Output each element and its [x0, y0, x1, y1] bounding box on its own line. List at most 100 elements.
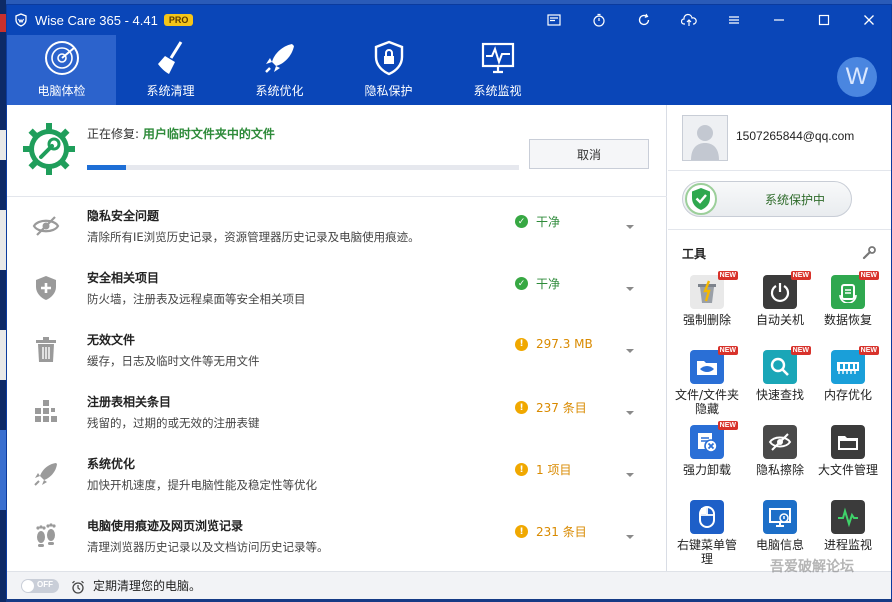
- chevron-down-icon[interactable]: [625, 217, 635, 229]
- tab-system-clean[interactable]: 系统清理: [116, 35, 225, 105]
- issue-desc: 残留的，过期的或无效的注册表键: [87, 416, 260, 430]
- tool-computer-info[interactable]: 电脑信息: [747, 500, 813, 552]
- issue-title: 注册表相关条目: [87, 395, 172, 409]
- eye-off-icon: [31, 211, 61, 241]
- new-badge: NEW: [717, 346, 738, 355]
- mouse-icon: [690, 500, 724, 534]
- pro-badge: PRO: [163, 14, 194, 26]
- account-avatar[interactable]: W: [837, 57, 877, 97]
- new-badge: NEW: [717, 421, 738, 430]
- search-icon: NEW: [763, 346, 811, 384]
- issue-row[interactable]: 无效文件 缓存，日志及临时文件等无用文件 ! 297.3 MB: [7, 321, 667, 383]
- minimize-icon[interactable]: [756, 5, 801, 35]
- tool-label: 大文件管理: [817, 463, 878, 477]
- tool-search[interactable]: NEW 快速查找: [747, 346, 813, 402]
- tab-privacy-protect[interactable]: 隐私保护: [334, 35, 443, 105]
- tab-system-optimize[interactable]: 系统优化: [225, 35, 334, 105]
- app-logo-icon: [13, 12, 29, 28]
- tab-label: 系统清理: [146, 84, 195, 98]
- menu-icon[interactable]: [711, 5, 756, 35]
- issue-status: ✓ 干净: [515, 213, 560, 230]
- issue-desc: 加快开机速度，提升电脑性能及稳定性等优化: [87, 478, 317, 492]
- issue-row[interactable]: 电脑使用痕迹及网页浏览记录 清理浏览器历史记录以及文档访问历史记录等。 ! 231…: [7, 507, 667, 569]
- tool-uninstall[interactable]: NEW 强力卸载: [674, 421, 740, 477]
- refresh-icon[interactable]: [621, 5, 666, 35]
- alarm-clock-icon: [71, 579, 85, 594]
- checkup-panel: 正在修复: 用户临时文件夹中的文件 取消 隐私安全问题 清除所有IE浏览历史记录…: [7, 105, 667, 571]
- trash-icon: [31, 335, 61, 365]
- update-icon[interactable]: [666, 5, 711, 35]
- issue-row[interactable]: 注册表相关条目 残留的，过期的或无效的注册表键 ! 237 条目: [7, 383, 667, 445]
- rocket-icon: [260, 38, 300, 78]
- tab-system-monitor[interactable]: 系统监视: [443, 35, 552, 105]
- tool-label: 强力卸载: [682, 463, 731, 477]
- window-title: Wise Care 365 - 4.41: [35, 12, 158, 28]
- new-badge: NEW: [858, 271, 879, 280]
- close-icon[interactable]: [846, 5, 891, 35]
- maximize-icon[interactable]: [801, 5, 846, 35]
- tool-data-recovery[interactable]: NEW 数据恢复: [815, 271, 881, 327]
- tool-label: 电脑信息: [755, 538, 804, 552]
- repair-progress: [87, 165, 519, 170]
- shield-check-icon: [685, 183, 717, 215]
- status-bar: OFF 定期清理您的电脑。: [7, 571, 891, 599]
- tool-big-file[interactable]: 大文件管理: [815, 425, 881, 477]
- tool-label: 强制删除: [682, 313, 731, 327]
- new-badge: NEW: [790, 271, 811, 280]
- tool-process-monitor[interactable]: 进程监视: [815, 500, 881, 552]
- chevron-down-icon[interactable]: [625, 527, 635, 539]
- toggle-label: OFF: [37, 579, 53, 589]
- tool-folder-hide[interactable]: NEW 文件/文件夹隐藏: [674, 346, 740, 416]
- issue-title: 安全相关项目: [87, 271, 160, 285]
- monitor-pulse-icon: [478, 38, 518, 78]
- repair-progress-fill: [87, 165, 126, 170]
- avatar[interactable]: [682, 115, 728, 161]
- watermark: 吾爱破解论坛: [770, 559, 854, 575]
- chevron-down-icon[interactable]: [625, 341, 635, 353]
- tool-label: 文件/文件夹隐藏: [674, 388, 740, 416]
- uninstall-icon: NEW: [690, 421, 738, 459]
- issue-title: 无效文件: [87, 333, 136, 347]
- issue-desc: 清除所有IE浏览历史记录，资源管理器历史记录及电脑使用痕迹。: [87, 230, 420, 244]
- issue-status-text: 1 项目: [536, 463, 572, 477]
- title-bar[interactable]: Wise Care 365 - 4.41 PRO: [7, 5, 891, 35]
- tool-memory[interactable]: NEW 内存优化: [815, 346, 881, 402]
- repair-item: 用户临时文件夹中的文件: [142, 127, 275, 141]
- divider: [668, 229, 891, 230]
- tool-mouse[interactable]: 右键菜单管理: [674, 500, 740, 566]
- issue-status-text: 297.3 MB: [536, 337, 593, 351]
- tab-pc-checkup[interactable]: 电脑体检: [7, 35, 116, 105]
- force-delete-icon: NEW: [690, 271, 738, 309]
- tool-power[interactable]: NEW 自动关机: [747, 271, 813, 327]
- tool-privacy-erase[interactable]: 隐私擦除: [747, 425, 813, 477]
- side-panel: 1507265844@qq.com 系统保护中 工具 NEW 强制删除 NEW 自动关…: [668, 105, 891, 571]
- broom-icon: [151, 38, 191, 78]
- chevron-down-icon[interactable]: [625, 465, 635, 477]
- issue-row[interactable]: 系统优化 加快开机速度，提升电脑性能及稳定性等优化 ! 1 项目: [7, 445, 667, 507]
- issue-status-text: 干净: [536, 215, 561, 229]
- memory-icon: NEW: [831, 346, 879, 384]
- tool-force-delete[interactable]: NEW 强制删除: [674, 271, 740, 327]
- cancel-button[interactable]: 取消: [529, 139, 649, 169]
- issue-status-text: 237 条目: [536, 401, 587, 415]
- timer-icon[interactable]: [576, 5, 621, 35]
- footprints-icon: [31, 521, 61, 551]
- issue-title: 系统优化: [87, 457, 136, 471]
- skin-icon[interactable]: [531, 5, 576, 35]
- issue-status: ! 297.3 MB: [515, 337, 593, 351]
- issue-status-text: 231 条目: [536, 525, 587, 539]
- protection-status-button[interactable]: 系统保护中: [682, 181, 852, 217]
- user-email[interactable]: 1507265844@qq.com: [736, 129, 854, 143]
- tool-label: 右键菜单管理: [676, 538, 737, 566]
- tool-label: 进程监视: [823, 538, 872, 552]
- issue-row[interactable]: 隐私安全问题 清除所有IE浏览历史记录，资源管理器历史记录及电脑使用痕迹。 ✓ 干…: [7, 197, 667, 259]
- issue-row[interactable]: 安全相关项目 防火墙，注册表及远程桌面等安全相关项目 ✓ 干净: [7, 259, 667, 321]
- wrench-icon[interactable]: [862, 245, 876, 260]
- chevron-down-icon[interactable]: [625, 403, 635, 415]
- gear-wrench-icon: [23, 123, 75, 175]
- main-nav: 电脑体检 系统清理 系统优化 隐私保护 系统监视 W: [7, 35, 891, 105]
- chevron-down-icon[interactable]: [625, 279, 635, 291]
- issue-desc: 清理浏览器历史记录以及文档访问历史记录等。: [87, 540, 329, 554]
- schedule-toggle[interactable]: OFF: [21, 578, 59, 593]
- warning-icon: !: [515, 401, 528, 414]
